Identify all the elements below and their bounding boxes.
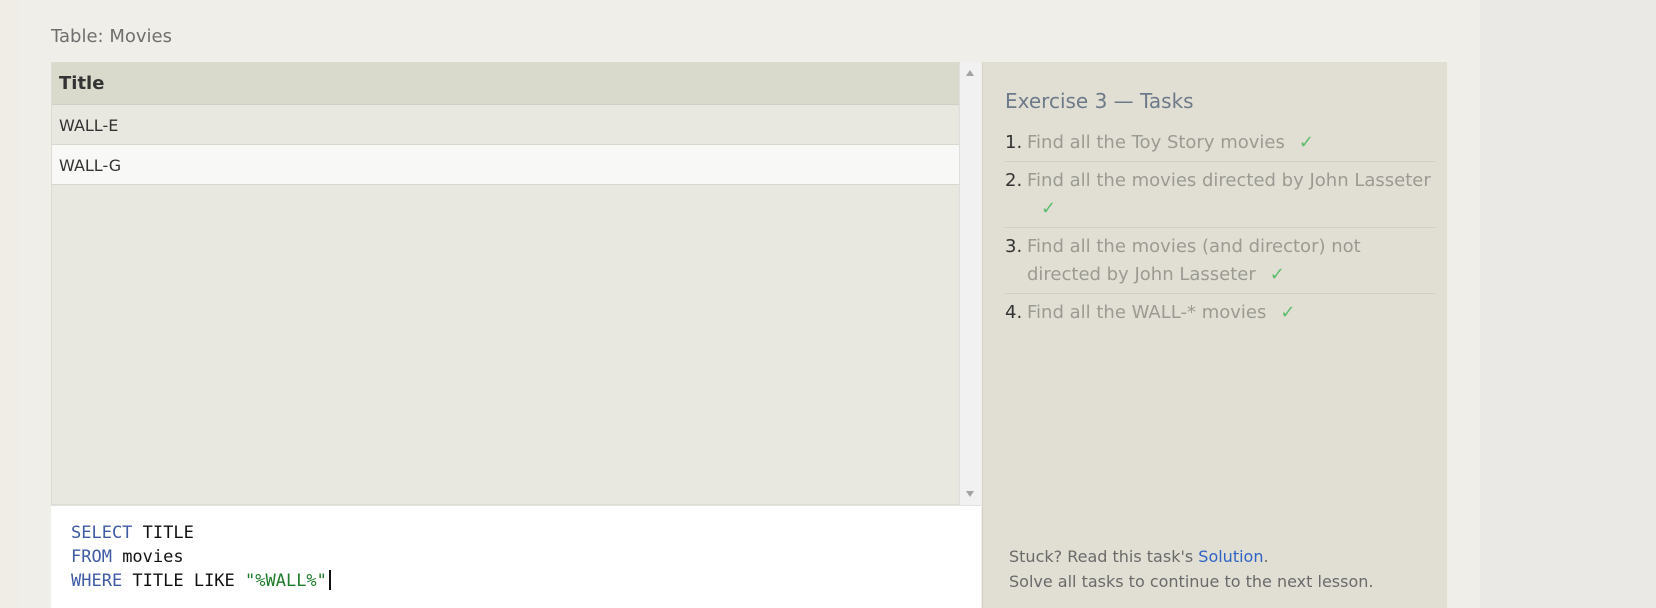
checkmark-icon: ✓ bbox=[1041, 198, 1057, 219]
checkmark-icon: ✓ bbox=[1269, 264, 1285, 285]
tasks-title: Exercise 3 — Tasks bbox=[1005, 89, 1194, 113]
help-line-2: Solve all tasks to continue to the next … bbox=[1009, 572, 1374, 591]
solution-link[interactable]: Solution bbox=[1198, 547, 1263, 566]
checkmark-icon: ✓ bbox=[1280, 302, 1296, 323]
task-number: 3. bbox=[1005, 236, 1023, 257]
table-row: WALL-E bbox=[52, 105, 959, 145]
tasks-panel: Exercise 3 — Tasks 1. Find all the Toy S… bbox=[982, 62, 1447, 608]
query-text: movies bbox=[111, 547, 184, 567]
column-header-title: Title bbox=[52, 63, 959, 105]
checkmark-icon: ✓ bbox=[1298, 132, 1314, 153]
task-number: 1. bbox=[1005, 132, 1023, 153]
query-line: FROM movies bbox=[71, 545, 961, 569]
text-cursor bbox=[328, 570, 331, 590]
sql-keyword: WHERE bbox=[71, 571, 123, 591]
query-text: TITLE LIKE bbox=[122, 571, 246, 591]
query-line: WHERE TITLE LIKE "%WALL%" bbox=[71, 569, 961, 593]
right-gutter bbox=[1480, 0, 1656, 608]
task-text: Find all the WALL-* movies ✓ bbox=[1027, 302, 1296, 323]
sql-string: "%WALL%" bbox=[245, 571, 327, 591]
table-label: Table: Movies bbox=[51, 26, 172, 47]
task-item: 3. Find all the movies (and director) no… bbox=[1005, 228, 1435, 294]
task-item: 4. Find all the WALL-* movies ✓ bbox=[1005, 294, 1435, 331]
task-item: 2. Find all the movies directed by John … bbox=[1005, 162, 1435, 228]
help-text: Stuck? Read this task's Solution. Solve … bbox=[1009, 544, 1373, 594]
task-list: 1. Find all the Toy Story movies ✓ 2. Fin… bbox=[1005, 124, 1435, 331]
sql-query-editor[interactable]: SELECT TITLE FROM movies WHERE TITLE LIK… bbox=[51, 505, 981, 608]
query-line: SELECT TITLE bbox=[71, 521, 961, 545]
scroll-down-arrow-icon[interactable] bbox=[966, 491, 974, 497]
task-number: 2. bbox=[1005, 170, 1023, 191]
query-text: TITLE bbox=[132, 523, 194, 543]
scroll-up-arrow-icon[interactable] bbox=[966, 70, 974, 76]
task-text: Find all the movies (and director) not d… bbox=[1027, 236, 1361, 285]
help-line-1: Stuck? Read this task's Solution. bbox=[1009, 547, 1269, 566]
task-item: 1. Find all the Toy Story movies ✓ bbox=[1005, 124, 1435, 162]
sql-keyword: SELECT bbox=[71, 523, 133, 543]
task-text: Find all the Toy Story movies ✓ bbox=[1027, 132, 1314, 153]
table-row: WALL-G bbox=[52, 145, 959, 185]
task-text: Find all the movies directed by John Las… bbox=[1027, 170, 1431, 219]
task-number: 4. bbox=[1005, 302, 1023, 323]
sql-keyword: FROM bbox=[71, 547, 112, 567]
results-scrollbar[interactable] bbox=[959, 62, 981, 505]
results-table: Title WALL-E WALL-G bbox=[51, 62, 960, 505]
